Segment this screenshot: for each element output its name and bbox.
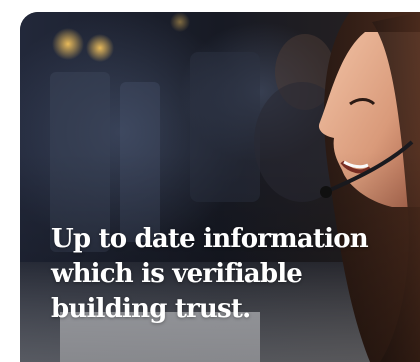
headline-line-1: Up to date information: [51, 224, 369, 254]
hero-headline: Up to date information which is verifiab…: [51, 222, 381, 327]
hero-card: Up to date information which is verifiab…: [20, 12, 420, 362]
headline-line-2: which is verifiable: [51, 259, 303, 289]
headline-line-3: building trust.: [51, 294, 251, 324]
